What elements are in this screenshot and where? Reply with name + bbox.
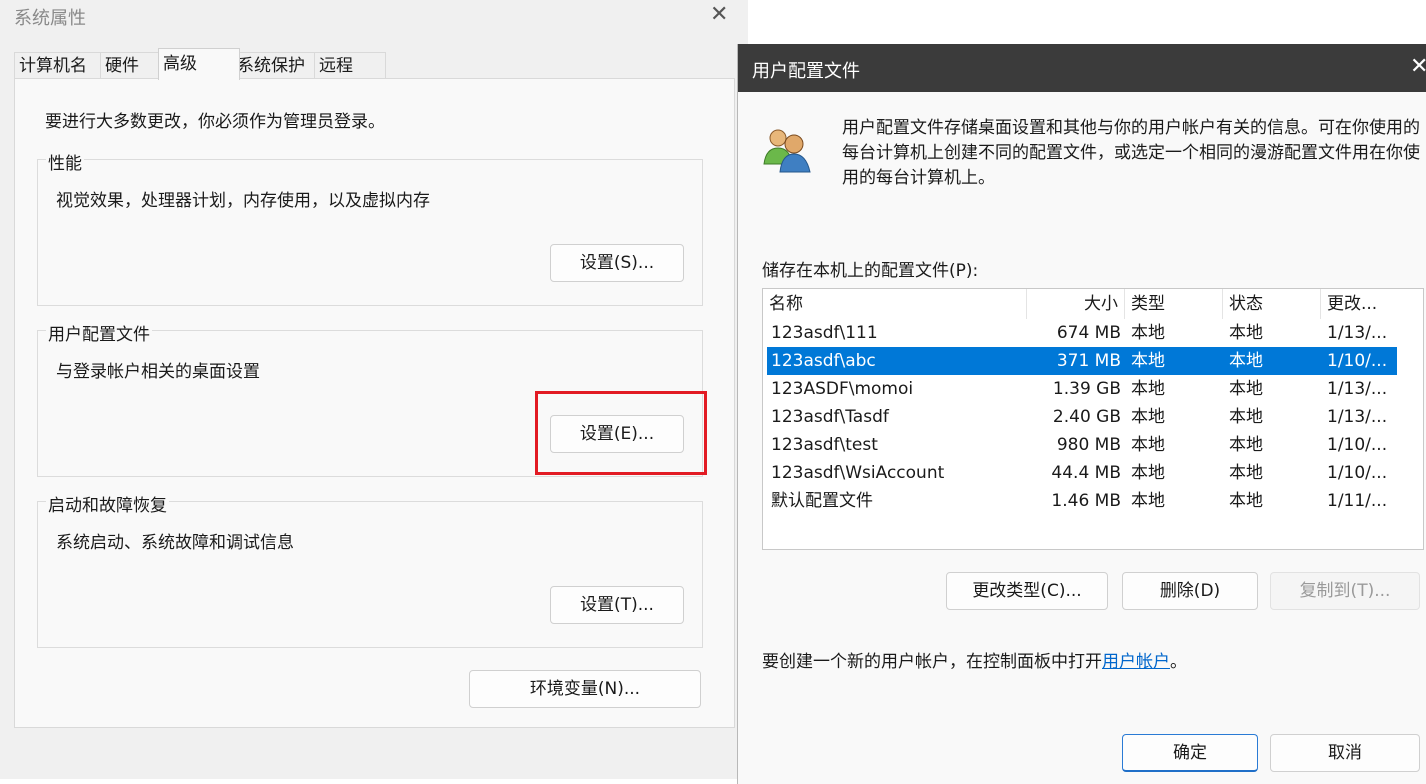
startup-recovery-label: 启动和故障恢复	[46, 491, 169, 516]
copy-to-button[interactable]: 复制到(T)...	[1270, 572, 1420, 610]
dialog-titlebar: 用户配置文件 ✕	[738, 44, 1426, 92]
tab-advanced[interactable]: 高级	[158, 48, 240, 80]
column-header-size[interactable]: 大小	[1027, 289, 1125, 319]
change-type-button[interactable]: 更改类型(C)...	[946, 572, 1108, 610]
create-note-prefix: 要创建一个新的用户帐户，在控制面板中打开	[762, 652, 1102, 672]
column-header-type[interactable]: 类型	[1125, 289, 1223, 319]
performance-label: 性能	[46, 149, 84, 174]
user-accounts-link[interactable]: 用户帐户	[1102, 652, 1170, 672]
profile-name: 123asdf\Tasdf	[771, 407, 889, 427]
profile-type: 本地	[1131, 323, 1165, 343]
ok-button[interactable]: 确定	[1122, 734, 1258, 772]
profile-type: 本地	[1131, 351, 1165, 371]
profile-type: 本地	[1131, 435, 1165, 455]
users-icon	[763, 129, 811, 173]
list-header: 名称 大小 类型 状态 更改...	[763, 289, 1423, 319]
table-row[interactable]: 123ASDF\momoi 1.39 GB 本地 本地 1/13/...	[767, 375, 1397, 403]
profile-status: 本地	[1229, 379, 1263, 399]
profile-modified: 1/10/...	[1327, 351, 1388, 371]
user-profiles-label: 用户配置文件	[46, 320, 152, 345]
close-icon[interactable]: ✕	[710, 2, 728, 27]
tab-system-protection[interactable]: 系统保护	[232, 52, 322, 80]
create-account-note: 要创建一个新的用户帐户，在控制面板中打开用户帐户。	[762, 647, 1187, 672]
profile-modified: 1/11/...	[1327, 491, 1388, 511]
highlight-box	[535, 391, 707, 475]
cancel-button[interactable]: 取消	[1270, 734, 1420, 772]
table-row[interactable]: 123asdf\test 980 MB 本地 本地 1/10/...	[767, 431, 1397, 459]
tab-remote[interactable]: 远程	[314, 52, 386, 80]
create-note-suffix: 。	[1170, 652, 1187, 672]
system-properties-window: 系统属性 ✕ 计算机名 硬件 高级 系统保护 远程 要进行大多数更改，你必须作为…	[0, 0, 748, 779]
tab-computer-name[interactable]: 计算机名	[14, 52, 108, 80]
profile-modified: 1/13/...	[1327, 407, 1388, 427]
environment-variables-button[interactable]: 环境变量(N)...	[469, 670, 701, 708]
user-profiles-dialog: 用户配置文件 ✕ 用户配置文件存储桌面设置和其他与你的用户帐户有关的信息。可在你…	[737, 44, 1426, 784]
column-header-status[interactable]: 状态	[1223, 289, 1321, 319]
delete-button[interactable]: 删除(D)	[1122, 572, 1258, 610]
performance-settings-button[interactable]: 设置(S)...	[550, 244, 684, 282]
window-title: 系统属性	[14, 8, 86, 29]
admin-note: 要进行大多数更改，你必须作为管理员登录。	[45, 112, 385, 132]
profile-name: 123asdf\abc	[771, 351, 876, 371]
dialog-title: 用户配置文件	[752, 61, 860, 82]
profile-status: 本地	[1229, 435, 1263, 455]
profile-name: 123asdf\test	[771, 435, 878, 455]
dialog-description: 用户配置文件存储桌面设置和其他与你的用户帐户有关的信息。可在你使用的每台计算机上…	[842, 118, 1420, 188]
profile-name: 123asdf\WsiAccount	[771, 463, 945, 483]
profile-size: 674 MB	[1056, 323, 1121, 343]
table-row[interactable]: 123asdf\111 674 MB 本地 本地 1/13/...	[767, 319, 1397, 347]
profile-type: 本地	[1131, 379, 1165, 399]
profile-size: 2.40 GB	[1052, 407, 1121, 427]
startup-recovery-description: 系统启动、系统故障和调试信息	[56, 533, 294, 553]
profile-status: 本地	[1229, 463, 1263, 483]
profile-name: 默认配置文件	[771, 491, 873, 511]
table-row[interactable]: 123asdf\Tasdf 2.40 GB 本地 本地 1/13/...	[767, 403, 1397, 431]
profile-name: 123asdf\111	[771, 323, 878, 343]
table-row[interactable]: 123asdf\WsiAccount 44.4 MB 本地 本地 1/10/..…	[767, 459, 1397, 487]
profile-modified: 1/10/...	[1327, 463, 1388, 483]
profile-type: 本地	[1131, 463, 1165, 483]
profile-type: 本地	[1131, 491, 1165, 511]
profile-size: 44.4 MB	[1051, 463, 1121, 483]
column-header-name[interactable]: 名称	[763, 289, 1027, 319]
profile-size: 371 MB	[1056, 351, 1121, 371]
profiles-list-label: 储存在本机上的配置文件(P):	[762, 261, 979, 281]
profile-size: 1.39 GB	[1052, 379, 1121, 399]
profile-status: 本地	[1229, 351, 1263, 371]
column-header-modified[interactable]: 更改...	[1321, 289, 1423, 319]
profile-modified: 1/10/...	[1327, 435, 1388, 455]
startup-recovery-settings-button[interactable]: 设置(T)...	[550, 586, 684, 624]
profiles-list[interactable]: 名称 大小 类型 状态 更改... 123asdf\111 674 MB 本地 …	[762, 288, 1424, 550]
performance-group: 性能 视觉效果，处理器计划，内存使用，以及虚拟内存 设置(S)...	[37, 149, 703, 306]
profile-name: 123ASDF\momoi	[771, 379, 914, 399]
bottom-strip	[0, 770, 748, 779]
table-row[interactable]: 默认配置文件 1.46 MB 本地 本地 1/11/...	[767, 487, 1397, 515]
close-icon[interactable]: ✕	[1410, 54, 1426, 79]
profile-type: 本地	[1131, 407, 1165, 427]
profile-status: 本地	[1229, 323, 1263, 343]
profile-status: 本地	[1229, 491, 1263, 511]
profile-modified: 1/13/...	[1327, 323, 1388, 343]
startup-recovery-group: 启动和故障恢复 系统启动、系统故障和调试信息 设置(T)...	[37, 491, 703, 648]
performance-description: 视觉效果，处理器计划，内存使用，以及虚拟内存	[56, 191, 430, 211]
profile-size: 1.46 MB	[1051, 491, 1121, 511]
table-row-selected[interactable]: 123asdf\abc 371 MB 本地 本地 1/10/...	[767, 347, 1397, 375]
profile-status: 本地	[1229, 407, 1263, 427]
profile-size: 980 MB	[1056, 435, 1121, 455]
profile-modified: 1/13/...	[1327, 379, 1388, 399]
user-profiles-description: 与登录帐户相关的桌面设置	[56, 362, 260, 382]
tab-hardware[interactable]: 硬件	[100, 52, 166, 80]
